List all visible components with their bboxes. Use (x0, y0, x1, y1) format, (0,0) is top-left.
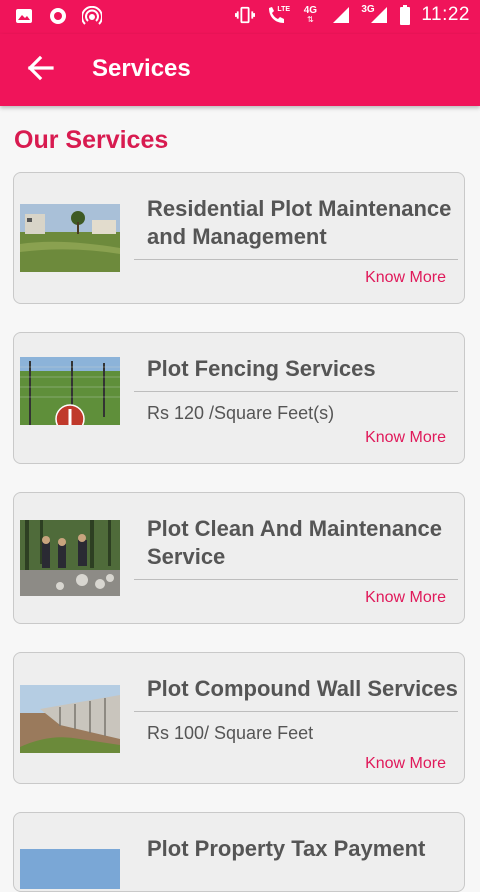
service-price: Rs 120 /Square Feet(s) (147, 403, 335, 423)
service-card[interactable]: Plot Compound Wall Services Rs 100/ Squa… (13, 652, 465, 784)
section-title: Our Services (14, 126, 169, 154)
signal-icon (331, 5, 351, 25)
service-card[interactable]: Residential Plot Maintenance and Managem… (13, 172, 465, 304)
divider (134, 579, 458, 580)
page-title: Services (92, 55, 191, 82)
divider (134, 391, 458, 392)
status-bar: LTE 4G ⇅ 3G 11:22 (0, 0, 480, 34)
image-icon (14, 6, 34, 26)
vibrate-icon (235, 5, 256, 25)
network-3g-icon: 3G (361, 5, 389, 25)
plot-clean-image (20, 520, 120, 596)
divider (134, 711, 458, 712)
service-title: Residential Plot Maintenance and Managem… (147, 196, 452, 249)
hotspot-icon (82, 6, 102, 26)
service-title: Plot Fencing Services (147, 356, 376, 381)
back-button[interactable] (20, 50, 60, 90)
circle-icon (48, 6, 68, 26)
residential-plot-image (20, 204, 120, 272)
compound-wall-image (20, 685, 120, 753)
service-card[interactable]: Plot Property Tax Payment (13, 812, 465, 892)
clock: 11:22 (421, 4, 470, 25)
know-more-link[interactable]: Know More (365, 589, 446, 607)
app-bar: Services (0, 34, 480, 106)
property-tax-image (20, 849, 120, 891)
battery-icon (399, 5, 411, 25)
know-more-link[interactable]: Know More (365, 755, 446, 773)
know-more-link[interactable]: Know More (365, 269, 446, 287)
lte-label: LTE (277, 6, 291, 13)
divider (134, 259, 458, 260)
service-price: Rs 100/ Square Feet (147, 723, 314, 743)
service-title: Plot Clean And Maintenance Service (147, 516, 443, 569)
know-more-link[interactable]: Know More (365, 429, 446, 447)
call-lte-icon: LTE (265, 5, 291, 25)
service-card[interactable]: Plot Clean And Maintenance Service Know … (13, 492, 465, 624)
network-4g-icon: 4G ⇅ (303, 5, 318, 24)
service-title: Plot Compound Wall Services (147, 676, 458, 701)
service-card[interactable]: Plot Fencing Services Rs 120 /Square Fee… (13, 332, 465, 464)
plot-fencing-image (20, 357, 120, 425)
service-title: Plot Property Tax Payment (147, 836, 426, 861)
arrow-left-icon (25, 53, 55, 88)
